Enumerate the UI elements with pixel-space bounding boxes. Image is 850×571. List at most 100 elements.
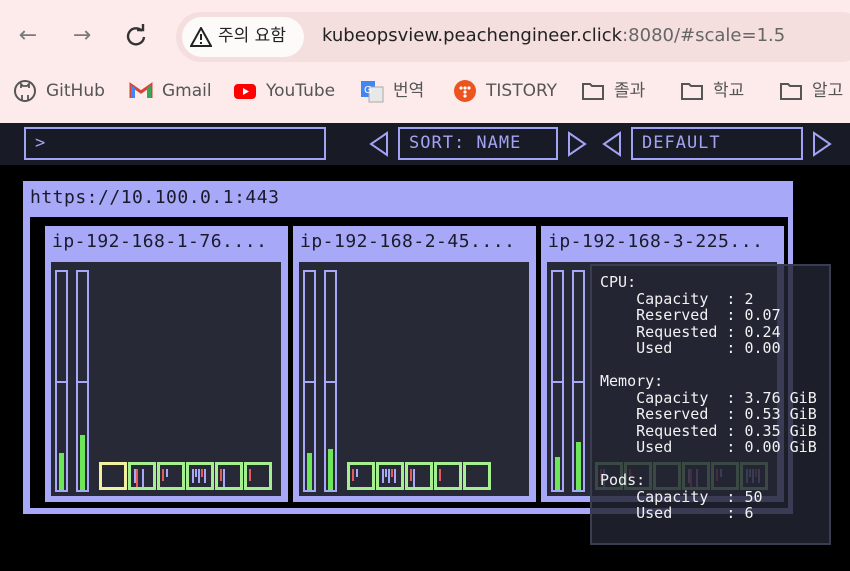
gmail-icon bbox=[129, 79, 153, 103]
browser-chrome: ← → 주의 요함 kubeopsview.peachengineer.clic… bbox=[0, 0, 850, 123]
youtube-icon bbox=[233, 79, 257, 103]
pod-status-line bbox=[388, 469, 390, 483]
node-card[interactable]: ip-192-168-1-76.... bbox=[45, 226, 288, 502]
theme-prev-arrow-icon[interactable] bbox=[601, 131, 623, 157]
pod[interactable] bbox=[463, 462, 491, 490]
bookmark-label: 번역 bbox=[393, 81, 425, 101]
folder-icon bbox=[581, 79, 605, 103]
bar-fill bbox=[307, 453, 312, 490]
bar-threshold-tick bbox=[78, 381, 87, 383]
pod-status-line bbox=[192, 469, 194, 483]
pod-status-line bbox=[195, 469, 197, 477]
bar-threshold-tick bbox=[574, 381, 583, 383]
pod[interactable] bbox=[244, 462, 272, 490]
reload-icon[interactable] bbox=[120, 20, 152, 52]
app-toolbar: > SORT: NAME DEFAULT bbox=[0, 123, 850, 165]
cpu-used: Used : 0.00 bbox=[600, 339, 781, 357]
node-card[interactable]: ip-192-168-2-45.... bbox=[293, 226, 536, 502]
pod-status-line bbox=[204, 469, 206, 483]
pod[interactable] bbox=[434, 462, 462, 490]
pod-status-line bbox=[142, 469, 144, 487]
cluster-url: https://10.100.0.1:443 bbox=[30, 187, 280, 208]
memory-capacity: Capacity : 3.76 GiB bbox=[600, 389, 817, 407]
pod[interactable] bbox=[157, 462, 185, 490]
cpu-reserved: Reserved : 0.07 bbox=[600, 306, 781, 324]
pods-used: Used : 6 bbox=[600, 504, 754, 522]
pod-status-line bbox=[220, 469, 222, 481]
url-port-path: :8080/#scale=1.5 bbox=[622, 25, 786, 46]
bar-threshold-tick bbox=[553, 381, 562, 383]
pod-status-line bbox=[223, 469, 225, 487]
bar-fill bbox=[576, 442, 581, 490]
pod-status-line bbox=[385, 469, 387, 477]
memory-requested: Requested : 0.35 GiB bbox=[600, 422, 817, 440]
memory-used: Used : 0.00 GiB bbox=[600, 438, 817, 456]
pod[interactable] bbox=[405, 462, 433, 490]
folder-icon bbox=[680, 79, 704, 103]
bar-fill bbox=[80, 435, 85, 490]
bookmark-label: Gmail bbox=[162, 81, 212, 101]
bar-threshold-tick bbox=[57, 381, 66, 383]
pod[interactable] bbox=[128, 462, 156, 490]
cpu-header: CPU: bbox=[600, 273, 637, 291]
pods-header: Pods: bbox=[600, 471, 646, 489]
pod-status-line bbox=[162, 469, 164, 481]
bookmark-label: TISTORY bbox=[486, 81, 558, 101]
pod-status-line bbox=[413, 469, 415, 487]
sort-next-arrow-icon[interactable] bbox=[566, 131, 588, 157]
pod-status-line bbox=[356, 469, 358, 477]
pod-status-line bbox=[394, 469, 396, 483]
tistory-icon bbox=[453, 79, 477, 103]
sort-selector[interactable]: SORT: NAME bbox=[398, 127, 558, 160]
pod-status-line bbox=[352, 469, 354, 481]
folder-icon bbox=[779, 79, 803, 103]
cpu-usage-bar bbox=[551, 270, 564, 492]
memory-usage-bar bbox=[76, 270, 89, 492]
bookmark-label: 알고 bbox=[812, 81, 844, 101]
sort-prev-arrow-icon[interactable] bbox=[368, 131, 390, 157]
bookmark-label: GitHub bbox=[46, 81, 105, 101]
security-label: 주의 요함 bbox=[218, 26, 286, 46]
pod[interactable] bbox=[376, 462, 404, 490]
pod[interactable] bbox=[186, 462, 214, 490]
pod-status-line bbox=[198, 469, 200, 483]
url-host: kubeopsview.peachengineer.click bbox=[322, 25, 623, 46]
node-tooltip: CPU: Capacity : 2 Reserved : 0.07 Reques… bbox=[590, 264, 831, 545]
bar-fill bbox=[328, 449, 333, 490]
pod-status-line bbox=[201, 469, 203, 477]
bookmark-label: 졸과 bbox=[614, 81, 646, 101]
cpu-requested: Requested : 0.24 bbox=[600, 323, 781, 341]
bar-fill bbox=[555, 457, 560, 490]
url-text[interactable]: kubeopsview.peachengineer.click:8080/#sc… bbox=[322, 23, 785, 49]
node-name: ip-192-168-2-45.... bbox=[300, 231, 516, 252]
pod-status-line bbox=[166, 469, 168, 477]
svg-text:G: G bbox=[364, 85, 372, 96]
pod-status-line bbox=[136, 469, 138, 487]
pod-status-line bbox=[249, 469, 251, 481]
pod-status-line bbox=[391, 469, 393, 477]
warning-triangle-icon bbox=[189, 25, 213, 47]
bookmark-label: 학교 bbox=[713, 81, 745, 101]
google-translate-icon: G bbox=[360, 79, 384, 103]
theme-selector[interactable]: DEFAULT bbox=[631, 127, 803, 160]
cpu-usage-bar bbox=[55, 270, 68, 492]
node-name: ip-192-168-1-76.... bbox=[52, 231, 268, 252]
back-arrow-icon[interactable]: ← bbox=[12, 20, 44, 52]
pod[interactable] bbox=[215, 462, 243, 490]
pod-status-line bbox=[382, 469, 384, 483]
bar-fill bbox=[59, 453, 64, 490]
cpu-capacity: Capacity : 2 bbox=[600, 290, 754, 308]
pod-pending[interactable] bbox=[99, 462, 127, 490]
bookmark-label: YouTube bbox=[266, 81, 336, 101]
theme-next-arrow-icon[interactable] bbox=[811, 131, 833, 157]
memory-header: Memory: bbox=[600, 372, 664, 390]
memory-usage-bar bbox=[572, 270, 585, 492]
github-icon bbox=[13, 79, 37, 103]
memory-usage-bar bbox=[324, 270, 337, 492]
forward-arrow-icon[interactable]: → bbox=[66, 20, 98, 52]
filter-input[interactable]: > bbox=[24, 127, 326, 160]
pod-status-line bbox=[410, 469, 412, 481]
pod[interactable] bbox=[347, 462, 375, 490]
memory-reserved: Reserved : 0.53 GiB bbox=[600, 405, 817, 423]
cpu-usage-bar bbox=[303, 270, 316, 492]
